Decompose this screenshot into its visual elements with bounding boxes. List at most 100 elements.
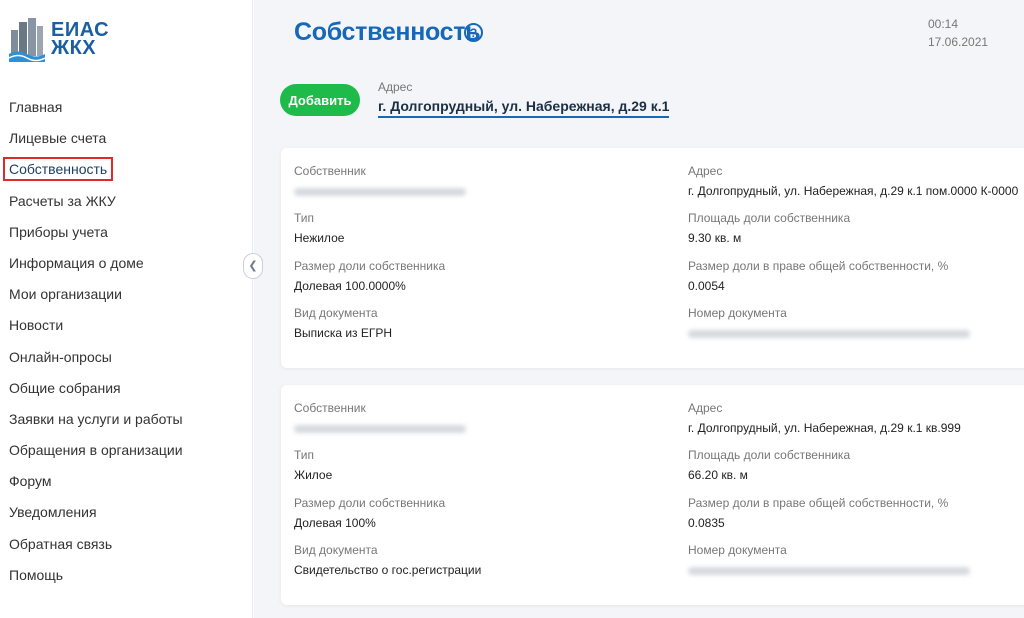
address-field: Адрес г. Долгопрудный, ул. Набережная, д… [688, 401, 961, 435]
sidebar-item-meters[interactable]: Приборы учета [0, 217, 253, 248]
property-card: Собственник Тип Жилое Размер доли собств… [281, 385, 1024, 605]
sidebar-item-label: Помощь [9, 566, 64, 583]
share-size-value: Долевая 100% [294, 516, 376, 530]
owner-label: Собственник [294, 401, 366, 415]
share-area-field: Площадь доли собственника 66.20 кв. м [688, 448, 850, 482]
sidebar-item-label: Расчеты за ЖКУ [9, 192, 116, 209]
address-dropdown[interactable]: г. Долгопрудный, ул. Набережная, д.29 к.… [378, 98, 670, 118]
share-size-field: Размер доли собственника Долевая 100% [294, 496, 445, 530]
share-area-label: Площадь доли собственника [688, 211, 851, 225]
logo[interactable]: ЕИАС ЖКХ [9, 16, 109, 62]
doc-type-value: Свидетельство о гос.регистрации [294, 563, 482, 577]
address-field-value: г. Долгопрудный, ул. Набережная, д.29 к.… [688, 184, 1019, 198]
logo-text: ЕИАС ЖКХ [51, 20, 109, 59]
sidebar-item-my-orgs[interactable]: Мои организации [0, 279, 253, 310]
owner-value-redacted [294, 188, 466, 196]
sidebar-item-label: Онлайн-опросы [9, 348, 112, 365]
sidebar-item-label: Лицевые счета [9, 130, 107, 147]
add-button[interactable]: Добавить [280, 84, 360, 116]
sidebar-item-house-info[interactable]: Информация о доме [0, 248, 253, 279]
sidebar-item-label: Обращения в организации [9, 442, 183, 459]
sidebar-item-meetings[interactable]: Общие собрания [0, 373, 253, 404]
logo-line-2: ЖКХ [51, 37, 97, 59]
sidebar-item-label: Общие собрания [9, 379, 121, 396]
type-label: Тип [294, 448, 315, 462]
share-size-value: Долевая 100.0000% [294, 279, 406, 293]
sidebar-nav: Главная Лицевые счета Собственность Расч… [0, 92, 253, 591]
sidebar-item-label: Собственность [3, 157, 114, 182]
share-size-label: Размер доли собственника [294, 496, 446, 510]
clock-time: 00:14 [928, 17, 959, 31]
doc-number-label: Номер документа [688, 306, 787, 320]
doc-number-label: Номер документа [688, 543, 787, 557]
sidebar-item-requests[interactable]: Заявки на услуги и работы [0, 404, 253, 435]
sidebar-item-polls[interactable]: Онлайн-опросы [0, 342, 253, 373]
doc-type-label: Вид документа [294, 306, 378, 320]
address-field-label: Адрес [688, 401, 723, 415]
share-area-value: 66.20 кв. м [688, 468, 748, 482]
sidebar-item-label: Новости [9, 317, 64, 334]
owner-field: Собственник [294, 164, 466, 196]
clock-date: 17.06.2021 [928, 35, 989, 49]
help-icon[interactable]: ? [464, 23, 483, 42]
sidebar-item-label: Обратная связь [9, 535, 113, 552]
clock: 00:14 17.06.2021 [928, 15, 988, 51]
chevron-left-icon: ❮ [248, 259, 258, 272]
type-label: Тип [294, 211, 315, 225]
share-area-label: Площадь доли собственника [688, 448, 851, 462]
app: ЕИАС ЖКХ Главная Лицевые счета Собственн… [0, 0, 1024, 618]
doc-type-value: Выписка из ЕГРН [294, 326, 393, 340]
page-title: Собственность [294, 18, 481, 46]
share-common-value: 0.0835 [688, 516, 725, 530]
doc-type-label: Вид документа [294, 543, 378, 557]
share-area-field: Площадь доли собственника 9.30 кв. м [688, 211, 850, 245]
sidebar-item-label: Заявки на услуги и работы [9, 410, 183, 427]
main-content: Собственность ? 00:14 17.06.2021 Добавит… [254, 0, 1024, 618]
sidebar-item-payments[interactable]: Расчеты за ЖКУ [0, 186, 253, 217]
share-common-label: Размер доли в праве общей собственности,… [688, 496, 949, 510]
sidebar-item-label: Мои организации [9, 286, 122, 303]
sidebar-item-label: Приборы учета [9, 223, 108, 240]
sidebar-item-forum[interactable]: Форум [0, 466, 253, 497]
doc-type-field: Вид документа Выписка из ЕГРН [294, 306, 392, 340]
share-size-label: Размер доли собственника [294, 259, 446, 273]
share-common-label: Размер доли в праве общей собственности,… [688, 259, 949, 273]
address-field-value: г. Долгопрудный, ул. Набережная, д.29 к.… [688, 421, 961, 435]
owner-label: Собственник [294, 164, 366, 178]
share-area-value: 9.30 кв. м [688, 231, 742, 245]
address-field-label: Адрес [688, 164, 723, 178]
sidebar-collapse-button[interactable]: ❮ [243, 253, 263, 279]
sidebar-item-label: Информация о доме [9, 254, 144, 271]
share-common-field: Размер доли в праве общей собственности,… [688, 259, 948, 293]
sidebar-item-appeals[interactable]: Обращения в организации [0, 435, 253, 466]
sidebar-item-accounts[interactable]: Лицевые счета [0, 123, 253, 154]
address-field: Адрес г. Долгопрудный, ул. Набережная, д… [688, 164, 1018, 198]
sidebar-item-label: Уведомления [9, 504, 97, 521]
owner-field: Собственник [294, 401, 466, 433]
sidebar-item-notifications[interactable]: Уведомления [0, 497, 253, 528]
property-card: Собственник Тип Нежилое Размер доли собс… [281, 148, 1024, 368]
owner-value-redacted [294, 425, 466, 433]
doc-type-field: Вид документа Свидетельство о гос.регист… [294, 543, 481, 577]
sidebar-item-home[interactable]: Главная [0, 92, 253, 123]
address-label: Адрес [378, 80, 413, 94]
type-value: Нежилое [294, 231, 345, 245]
sidebar: ЕИАС ЖКХ Главная Лицевые счета Собственн… [0, 0, 253, 618]
doc-number-field: Номер документа [688, 543, 970, 575]
share-common-field: Размер доли в праве общей собственности,… [688, 496, 948, 530]
type-value: Жилое [294, 468, 333, 482]
sidebar-item-help[interactable]: Помощь [0, 560, 253, 591]
sidebar-item-news[interactable]: Новости [0, 310, 253, 341]
doc-number-field: Номер документа [688, 306, 970, 338]
sidebar-item-property[interactable]: Собственность [0, 154, 253, 185]
share-common-value: 0.0054 [688, 279, 725, 293]
type-field: Тип Жилое [294, 448, 332, 482]
building-logo-icon [9, 18, 45, 62]
doc-number-value-redacted [688, 567, 970, 575]
sidebar-item-label: Главная [9, 99, 63, 115]
share-size-field: Размер доли собственника Долевая 100.000… [294, 259, 445, 293]
sidebar-item-feedback[interactable]: Обратная связь [0, 529, 253, 560]
doc-number-value-redacted [688, 330, 970, 338]
type-field: Тип Нежилое [294, 211, 344, 245]
sidebar-item-label: Форум [9, 473, 52, 490]
